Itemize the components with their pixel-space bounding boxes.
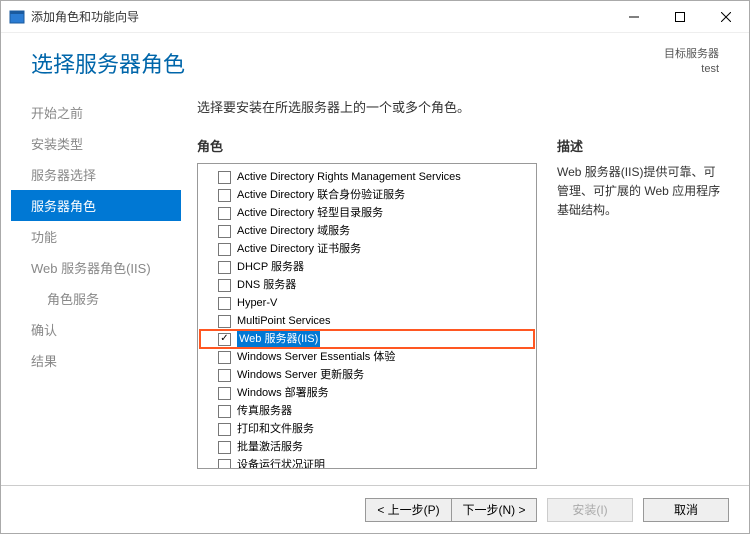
role-label: DHCP 服务器 bbox=[237, 259, 304, 275]
roles-heading: 角色 bbox=[197, 136, 537, 155]
roles-listbox[interactable]: Active Directory Rights Management Servi… bbox=[197, 163, 537, 469]
main-content: 选择要安装在所选服务器上的一个或多个角色。 角色 Active Director… bbox=[181, 89, 739, 469]
nav-item-0[interactable]: 开始之前 bbox=[11, 97, 181, 128]
role-label: 设备运行状况证明 bbox=[237, 457, 325, 469]
role-label: Windows 部署服务 bbox=[237, 385, 329, 401]
role-label: 批量激活服务 bbox=[237, 439, 303, 455]
role-checkbox[interactable] bbox=[218, 207, 231, 220]
role-checkbox[interactable] bbox=[218, 243, 231, 256]
nav-item-7[interactable]: 确认 bbox=[11, 314, 181, 345]
role-row[interactable]: Active Directory 联合身份验证服务 bbox=[200, 186, 534, 204]
description-text: Web 服务器(IIS)提供可靠、可管理、可扩展的 Web 应用程序基础结构。 bbox=[557, 163, 727, 221]
role-row[interactable]: Web 服务器(IIS) bbox=[200, 330, 534, 348]
window-title: 添加角色和功能向导 bbox=[31, 8, 611, 25]
target-server-info: 目标服务器 test bbox=[664, 47, 719, 78]
wizard-header: 选择服务器角色 目标服务器 test bbox=[1, 33, 749, 89]
role-label: Active Directory 轻型目录服务 bbox=[237, 205, 383, 221]
role-checkbox[interactable] bbox=[218, 279, 231, 292]
role-label: Windows Server Essentials 体验 bbox=[237, 349, 395, 365]
role-checkbox[interactable] bbox=[218, 297, 231, 310]
role-label: Active Directory 证书服务 bbox=[237, 241, 361, 257]
wizard-icon bbox=[9, 9, 25, 25]
target-label: 目标服务器 bbox=[664, 47, 719, 62]
role-label: Hyper-V bbox=[237, 295, 277, 311]
role-checkbox[interactable] bbox=[218, 333, 231, 346]
role-checkbox[interactable] bbox=[218, 459, 231, 470]
nav-item-5[interactable]: Web 服务器角色(IIS) bbox=[11, 252, 181, 283]
role-checkbox[interactable] bbox=[218, 171, 231, 184]
role-row[interactable]: Active Directory Rights Management Servi… bbox=[200, 168, 534, 186]
next-button[interactable]: 下一步(N) > bbox=[451, 498, 537, 522]
role-label: Windows Server 更新服务 bbox=[237, 367, 364, 383]
role-row[interactable]: Active Directory 证书服务 bbox=[200, 240, 534, 258]
role-label: 传真服务器 bbox=[237, 403, 292, 419]
role-checkbox[interactable] bbox=[218, 423, 231, 436]
role-checkbox[interactable] bbox=[218, 261, 231, 274]
wizard-nav: 开始之前安装类型服务器选择服务器角色功能Web 服务器角色(IIS)角色服务确认… bbox=[11, 89, 181, 469]
target-value: test bbox=[664, 62, 719, 77]
role-row[interactable]: 批量激活服务 bbox=[200, 438, 534, 456]
cancel-button[interactable]: 取消 bbox=[643, 498, 729, 522]
page-title: 选择服务器角色 bbox=[31, 47, 664, 79]
role-row[interactable]: Active Directory 轻型目录服务 bbox=[200, 204, 534, 222]
role-row[interactable]: 传真服务器 bbox=[200, 402, 534, 420]
role-checkbox[interactable] bbox=[218, 189, 231, 202]
role-checkbox[interactable] bbox=[218, 369, 231, 382]
previous-button[interactable]: < 上一步(P) bbox=[365, 498, 451, 522]
role-label: DNS 服务器 bbox=[237, 277, 296, 293]
role-row[interactable]: Hyper-V bbox=[200, 294, 534, 312]
role-row[interactable]: Windows 部署服务 bbox=[200, 384, 534, 402]
role-row[interactable]: MultiPoint Services bbox=[200, 312, 534, 330]
role-row[interactable]: Windows Server Essentials 体验 bbox=[200, 348, 534, 366]
nav-item-8[interactable]: 结果 bbox=[11, 345, 181, 376]
role-checkbox[interactable] bbox=[218, 441, 231, 454]
role-checkbox[interactable] bbox=[218, 315, 231, 328]
role-row[interactable]: DNS 服务器 bbox=[200, 276, 534, 294]
role-row[interactable]: 设备运行状况证明 bbox=[200, 456, 534, 469]
role-row[interactable]: 打印和文件服务 bbox=[200, 420, 534, 438]
role-label: MultiPoint Services bbox=[237, 313, 331, 329]
install-button: 安装(I) bbox=[547, 498, 633, 522]
nav-item-3[interactable]: 服务器角色 bbox=[11, 190, 181, 221]
role-label: Active Directory Rights Management Servi… bbox=[237, 169, 461, 185]
role-label: 打印和文件服务 bbox=[237, 421, 314, 437]
maximize-button[interactable] bbox=[657, 1, 703, 33]
nav-item-4[interactable]: 功能 bbox=[11, 221, 181, 252]
role-label: Web 服务器(IIS) bbox=[237, 331, 320, 347]
role-checkbox[interactable] bbox=[218, 225, 231, 238]
roles-column: 角色 Active Directory Rights Management Se… bbox=[197, 136, 537, 469]
role-row[interactable]: DHCP 服务器 bbox=[200, 258, 534, 276]
nav-item-6[interactable]: 角色服务 bbox=[11, 283, 181, 314]
role-checkbox[interactable] bbox=[218, 387, 231, 400]
role-checkbox[interactable] bbox=[218, 351, 231, 364]
role-label: Active Directory 域服务 bbox=[237, 223, 350, 239]
nav-item-1[interactable]: 安装类型 bbox=[11, 128, 181, 159]
nav-item-2[interactable]: 服务器选择 bbox=[11, 159, 181, 190]
description-column: 描述 Web 服务器(IIS)提供可靠、可管理、可扩展的 Web 应用程序基础结… bbox=[557, 136, 727, 469]
wizard-footer: < 上一步(P) 下一步(N) > 安装(I) 取消 bbox=[1, 485, 749, 533]
role-label: Active Directory 联合身份验证服务 bbox=[237, 187, 405, 203]
close-button[interactable] bbox=[703, 1, 749, 33]
instruction-text: 选择要安装在所选服务器上的一个或多个角色。 bbox=[197, 97, 727, 116]
titlebar: 添加角色和功能向导 bbox=[1, 1, 749, 33]
role-row[interactable]: Windows Server 更新服务 bbox=[200, 366, 534, 384]
role-row[interactable]: Active Directory 域服务 bbox=[200, 222, 534, 240]
role-checkbox[interactable] bbox=[218, 405, 231, 418]
description-heading: 描述 bbox=[557, 136, 727, 155]
minimize-button[interactable] bbox=[611, 1, 657, 33]
